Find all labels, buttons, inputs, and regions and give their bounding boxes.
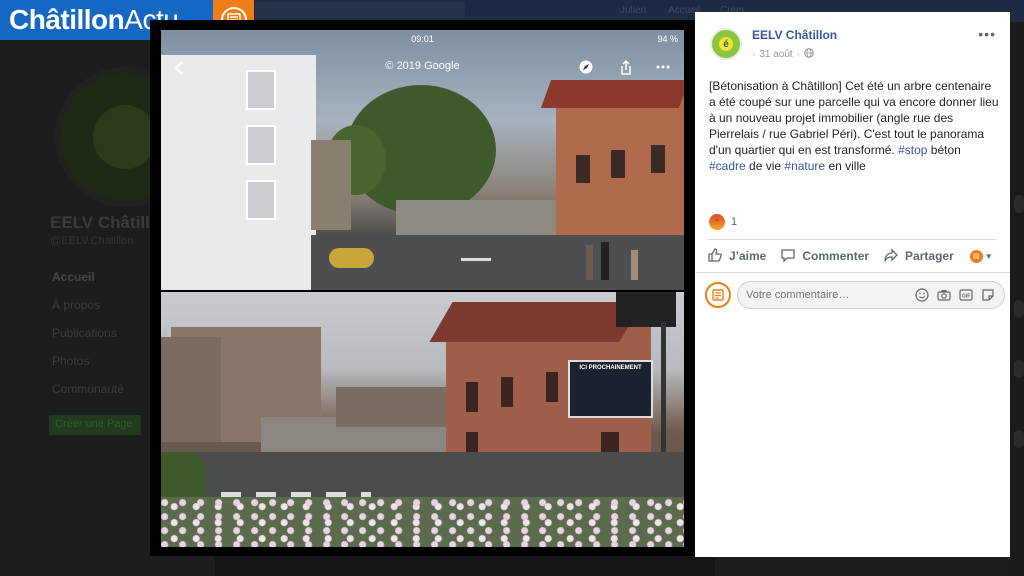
page-avatar-icon: ▤ <box>969 249 983 263</box>
battery-level: 94 % <box>657 34 678 44</box>
comment-composer: GIF <box>705 280 1005 310</box>
street-view-photo[interactable]: 09:01 94 % © 2019 Google <box>161 30 684 290</box>
screen: Julien Accueil Créer EELV Châtillon @EEL… <box>0 0 1024 576</box>
photo-viewer: 09:01 94 % © 2019 Google ICI PROCHAINEME… <box>150 20 695 556</box>
construction-sign-title: ICI PROCHAINEMENT <box>579 365 642 371</box>
divider <box>707 239 997 240</box>
post-body: [Bétonisation à Châtillon] Cet été un ar… <box>709 78 999 174</box>
gif-icon[interactable]: GIF <box>958 287 974 303</box>
divider <box>695 272 1010 273</box>
background-nav-about: À propos <box>52 298 101 312</box>
share-label: Partager <box>905 249 954 263</box>
chevron-down-icon: ▼ <box>984 251 993 261</box>
google-copyright: © 2019 Google <box>385 60 460 72</box>
comment-input[interactable] <box>746 289 908 301</box>
like-button[interactable]: J’aime <box>707 247 766 266</box>
reaction-count: 1 <box>731 216 738 228</box>
share-arrow-icon <box>883 247 899 266</box>
background-right-icon <box>1014 300 1024 318</box>
status-bar-time: 09:01 <box>411 34 434 44</box>
share-button[interactable]: Partager <box>883 247 954 266</box>
hashtag-nature[interactable]: #nature <box>784 159 825 173</box>
author-avatar[interactable]: é <box>710 28 742 60</box>
post-as-selector[interactable]: ▤ ▼ <box>969 249 993 263</box>
like-label: J’aime <box>729 249 767 263</box>
sticker-icon[interactable] <box>980 287 996 303</box>
reaction-summary[interactable]: ᵔ 1 <box>709 214 737 230</box>
background-nav-home: Accueil <box>52 270 95 284</box>
share-icon[interactable] <box>619 59 633 78</box>
comment-label: Commenter <box>802 249 870 263</box>
hashtag-stop[interactable]: #stop <box>898 143 927 157</box>
comment-button[interactable]: Commenter <box>780 247 869 266</box>
comment-box: GIF <box>737 281 1005 309</box>
post-text-part: béton <box>927 143 961 157</box>
background-right-icon <box>1014 195 1024 213</box>
angry-reaction-icon: ᵔ <box>709 214 725 230</box>
emoji-icon[interactable] <box>914 287 930 303</box>
more-options-icon[interactable] <box>655 60 671 76</box>
background-nav-community: Communauté <box>52 382 125 396</box>
commenter-avatar[interactable] <box>705 282 731 308</box>
background-right-icon <box>1014 430 1024 448</box>
background-nav-posts: Publications <box>52 326 117 340</box>
background-page-handle: @EELV.Chatillon <box>50 235 134 247</box>
compass-icon[interactable] <box>579 60 593 76</box>
post-meta: · 31 août · <box>752 48 814 61</box>
post-text-part: en ville <box>825 159 866 173</box>
speech-bubble-icon <box>780 247 796 266</box>
brand-name-bold: Châtillon <box>9 4 125 35</box>
globe-icon <box>804 48 814 61</box>
thumbs-up-icon <box>707 247 723 266</box>
background-bottom-bar <box>215 556 715 576</box>
background-search-bar <box>255 2 465 18</box>
background-nav-photos: Photos <box>52 354 90 368</box>
background-right-column <box>1010 22 1024 576</box>
background-user-name: Julien <box>620 5 647 16</box>
post-options-icon[interactable]: ••• <box>978 26 996 42</box>
construction-sign: ICI PROCHAINEMENT <box>568 360 653 418</box>
hashtag-cadre[interactable]: #cadre <box>709 159 746 173</box>
facebook-post: é EELV Châtillon · 31 août · ••• [Bétoni… <box>695 12 1010 557</box>
back-arrow-icon[interactable] <box>173 60 185 79</box>
post-author[interactable]: EELV Châtillon <box>752 28 837 42</box>
post-date[interactable]: 31 août <box>759 49 792 60</box>
current-photo[interactable]: ICI PROCHAINEMENT <box>161 292 684 547</box>
post-actions: J’aime Commenter Partager ▤ ▼ <box>707 245 997 267</box>
background-create-page-button: Créer une Page <box>49 415 141 435</box>
svg-text:GIF: GIF <box>962 294 970 300</box>
post-text-part: de vie <box>745 159 785 173</box>
background-right-icon <box>1014 360 1024 378</box>
camera-icon[interactable] <box>936 287 952 303</box>
